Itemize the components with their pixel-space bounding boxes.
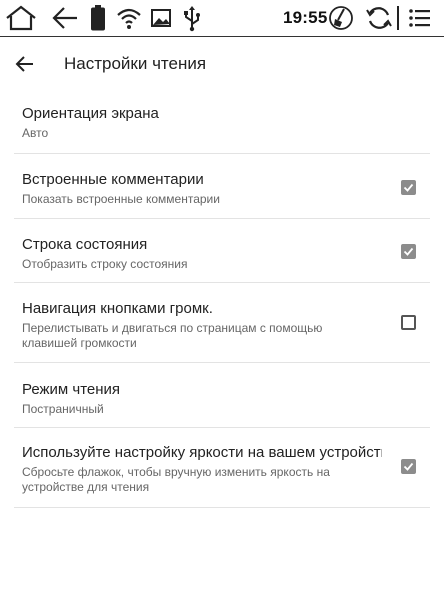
setting-title: Ориентация экрана	[22, 105, 159, 122]
back-arrow-icon[interactable]	[50, 4, 80, 32]
wifi-icon	[117, 8, 141, 29]
setting-title: Встроенные комментарии	[22, 171, 204, 188]
setting-subtitle: Авто	[22, 126, 49, 140]
battery-icon	[91, 5, 105, 31]
clean-icon[interactable]	[328, 4, 354, 32]
image-icon	[151, 9, 171, 27]
setting-title: Навигация кнопками громк.	[22, 300, 213, 317]
setting-title: Используйте настройку яркости на вашем у…	[22, 444, 382, 461]
device-brightness-checkbox[interactable]	[401, 459, 416, 474]
setting-title: Строка состояния	[22, 236, 148, 253]
setting-subtitle: Отобразить строку состояния	[22, 257, 188, 271]
setting-volume-key-navigation[interactable]: Навигация кнопками громк. Перелистывать …	[14, 283, 430, 363]
setting-inline-comments[interactable]: Встроенные комментарии Показать встроенн…	[14, 154, 430, 219]
inline-comments-checkbox[interactable]	[401, 180, 416, 195]
menu-icon[interactable]	[408, 4, 432, 32]
app-header: Настройки чтения	[0, 37, 444, 92]
check-icon	[403, 183, 414, 192]
home-icon[interactable]	[4, 4, 38, 32]
setting-subtitle: Постраничный	[22, 402, 104, 416]
settings-list: Ориентация экрана Авто Встроенные коммен…	[0, 92, 444, 508]
clock-time: 19:55	[283, 8, 328, 27]
setting-status-bar[interactable]: Строка состояния Отобразить строку состо…	[14, 219, 430, 283]
back-button[interactable]	[12, 51, 38, 77]
setting-subtitle: Перелистывать и двигаться по страницам с…	[22, 321, 323, 350]
check-icon	[403, 247, 414, 256]
status-bar-checkbox[interactable]	[401, 244, 416, 259]
setting-screen-orientation[interactable]: Ориентация экрана Авто	[14, 92, 430, 154]
volume-key-navigation-checkbox[interactable]	[401, 315, 416, 330]
setting-title: Режим чтения	[22, 381, 121, 398]
check-icon	[403, 462, 414, 471]
setting-device-brightness[interactable]: Используйте настройку яркости на вашем у…	[14, 428, 430, 508]
status-bar: 19:55	[0, 0, 444, 37]
page-title: Настройки чтения	[64, 54, 207, 73]
setting-subtitle: Сбросьте флажок, чтобы вручную изменить …	[22, 465, 330, 494]
refresh-icon[interactable]	[365, 4, 393, 32]
usb-icon	[184, 6, 200, 32]
setting-reading-mode[interactable]: Режим чтения Постраничный	[14, 363, 430, 428]
setting-subtitle: Показать встроенные комментарии	[22, 192, 220, 206]
status-divider	[397, 6, 399, 30]
